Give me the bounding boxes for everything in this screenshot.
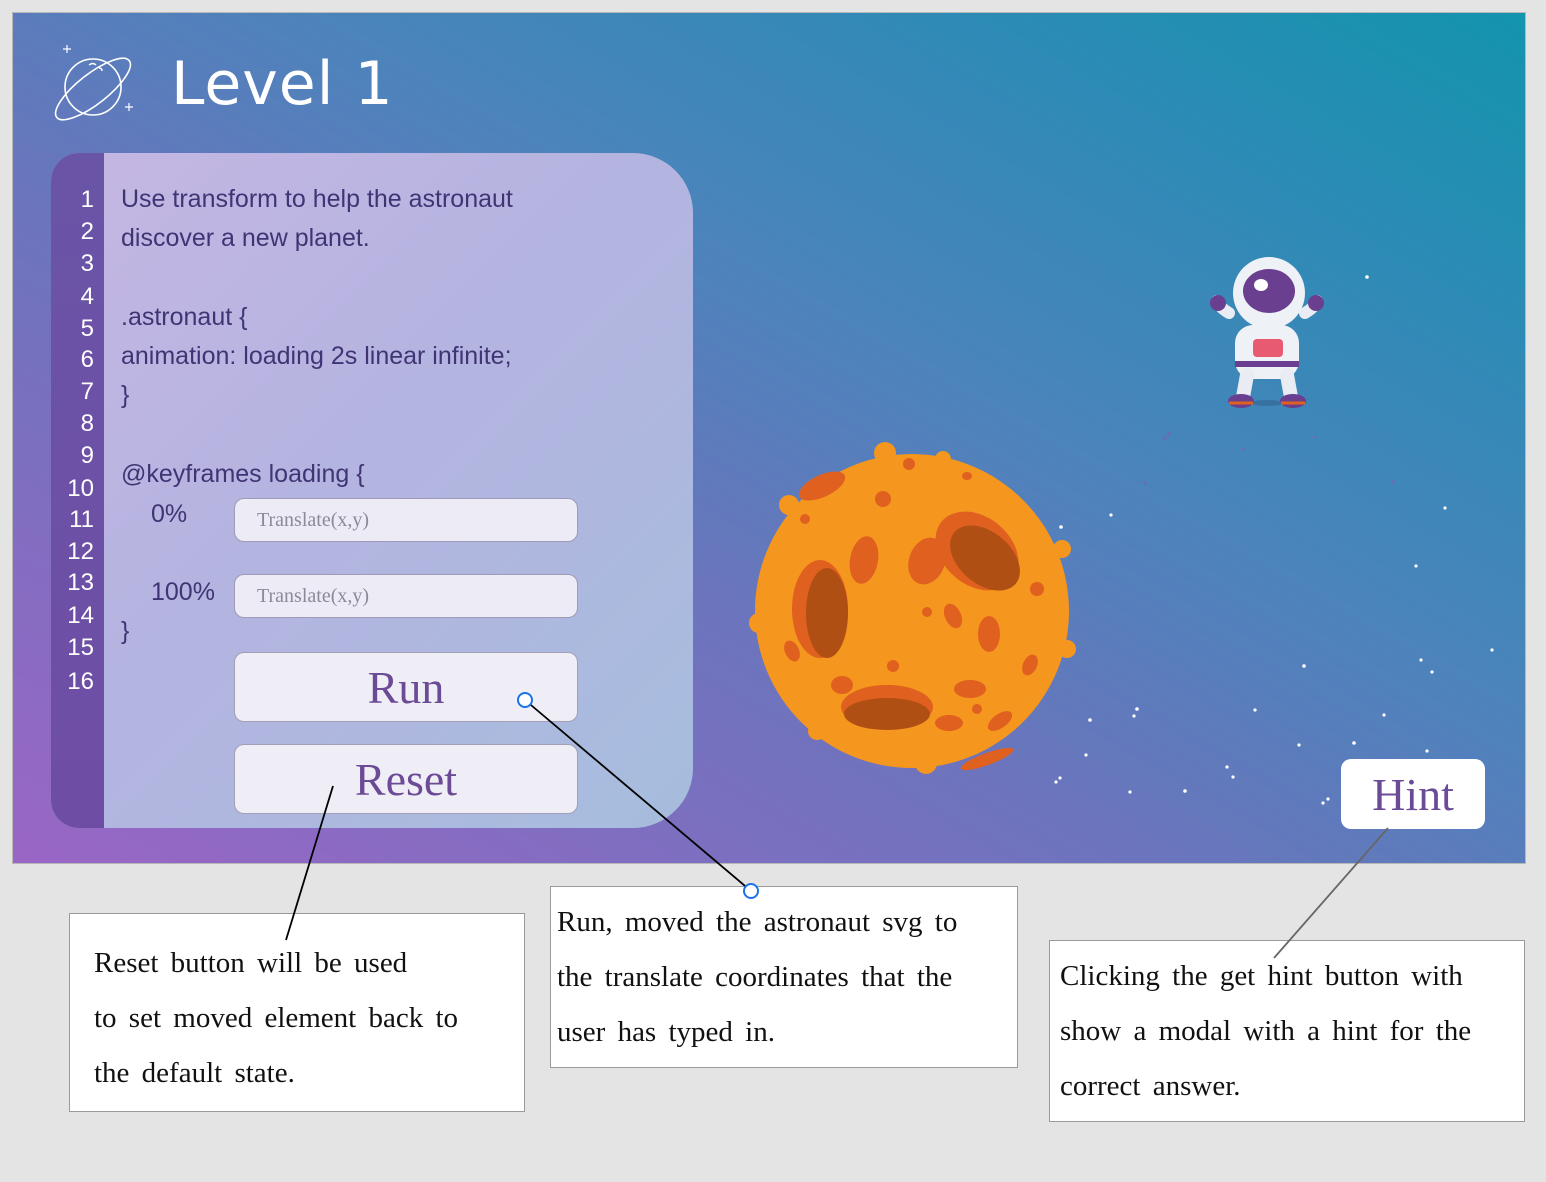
star [1419, 658, 1423, 662]
star [1414, 564, 1418, 568]
star [1231, 775, 1235, 779]
annotation-line: show a modal with a hint for the [1060, 1015, 1472, 1047]
star [1313, 435, 1317, 439]
code-animation-rule: animation: loading 2s linear infinite; [121, 342, 512, 370]
star [1135, 707, 1139, 711]
annotation-line: the default state. [94, 1057, 295, 1089]
keyframe-end-label: 100% [151, 578, 215, 606]
annotation-line: the translate coordinates that the [557, 961, 953, 993]
star [1128, 790, 1132, 794]
code-selector-close: } [121, 381, 130, 409]
line-number: 1 [80, 186, 94, 213]
reset-button[interactable]: Reset [234, 744, 578, 814]
star [1321, 801, 1325, 805]
star [1167, 432, 1171, 436]
star [1352, 741, 1356, 745]
line-number: 8 [80, 410, 94, 437]
keyframe-start-input[interactable] [234, 498, 578, 542]
annotation-line: to set moved element back to [94, 1002, 459, 1034]
instructions-line: discover a new planet. [121, 224, 370, 252]
line-number: 3 [80, 250, 94, 277]
line-number: 15 [67, 634, 94, 661]
annotation-line: Reset button will be used [94, 947, 408, 979]
star [1425, 749, 1429, 753]
line-number: 9 [80, 442, 94, 469]
orange-cratered-planet-icon [749, 442, 1076, 774]
run-annotation: Run, moved the astronaut svg to the tran… [550, 886, 1018, 1068]
annotation-line: Run, moved the astronaut svg to [557, 906, 958, 938]
annotation-line: Clicking the get hint button with [1060, 960, 1463, 992]
star [1183, 789, 1187, 793]
code-keyframes-close: } [121, 617, 130, 645]
level-title: Level 1 [171, 49, 394, 119]
line-number: 4 [80, 283, 94, 310]
code-keyframes-open: @keyframes loading { [121, 460, 365, 488]
star [1253, 708, 1257, 712]
star [1109, 513, 1113, 517]
star [1163, 436, 1167, 440]
reset-annotation: Reset button will be used to set moved e… [69, 913, 525, 1112]
line-number: 12 [67, 538, 94, 565]
star [1382, 713, 1386, 717]
star [1241, 447, 1245, 451]
hint-button[interactable]: Hint [1341, 759, 1485, 829]
star [1430, 670, 1434, 674]
astronaut-icon [1210, 257, 1324, 408]
star [1443, 506, 1447, 510]
line-number: 13 [67, 569, 94, 596]
annotation-line: user has typed in. [557, 1016, 775, 1048]
line-number: 6 [80, 346, 94, 373]
star [1326, 797, 1330, 801]
run-button[interactable]: Run [234, 652, 578, 722]
hint-annotation: Clicking the get hint button with show a… [1049, 940, 1525, 1122]
line-number: 10 [67, 475, 94, 502]
star [1365, 275, 1369, 279]
star [1143, 481, 1147, 485]
line-number: 2 [80, 218, 94, 245]
line-number: 11 [69, 506, 94, 533]
line-number-gutter: 1 2 3 4 5 6 7 8 9 10 11 12 13 14 15 16 [51, 153, 104, 828]
star [1302, 664, 1306, 668]
line-number: 16 [67, 668, 94, 695]
annotation-line: correct answer. [1060, 1070, 1241, 1102]
star [1088, 718, 1092, 722]
star [1490, 648, 1494, 652]
star [1297, 743, 1301, 747]
planet-ring-icon [54, 45, 133, 121]
line-number: 7 [80, 378, 94, 405]
game-stage: Level 1 1 2 3 4 5 6 7 8 9 10 11 12 13 14… [12, 12, 1526, 864]
keyframe-end-input[interactable] [234, 574, 578, 618]
code-selector-open: .astronaut { [121, 303, 248, 331]
instructions-line: Use transform to help the astronaut [121, 185, 513, 213]
star [1132, 714, 1136, 718]
star [1225, 765, 1229, 769]
star [1084, 753, 1088, 757]
line-number: 14 [67, 602, 94, 629]
line-number: 5 [80, 315, 94, 342]
code-editor: 1 2 3 4 5 6 7 8 9 10 11 12 13 14 15 16 U… [51, 153, 693, 828]
star [1391, 480, 1395, 484]
keyframe-start-label: 0% [151, 500, 188, 528]
